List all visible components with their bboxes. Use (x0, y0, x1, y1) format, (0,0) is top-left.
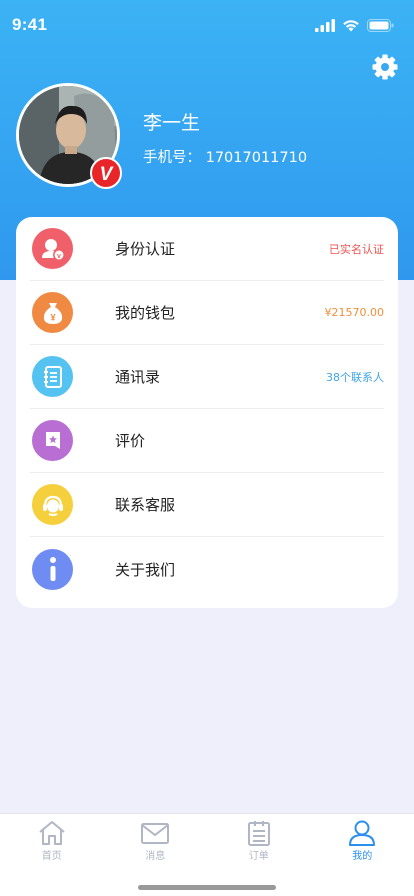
tab-orders-label: 订单 (248, 851, 269, 862)
mail-icon (141, 823, 170, 844)
contacts-count: 38个联系人 (326, 370, 384, 384)
user-icon (349, 820, 376, 846)
signal-icon (315, 18, 335, 32)
tab-messages-label: 消息 (145, 851, 166, 862)
status-time: 9:41 (12, 15, 48, 34)
battery-icon (367, 18, 394, 32)
menu-label-rating: 评价 (115, 432, 146, 450)
vip-badge: V (90, 157, 122, 189)
wallet-icon: ¥ (32, 292, 73, 333)
gear-icon (372, 54, 398, 80)
info-icon (32, 548, 73, 590)
tab-home-label: 首页 (41, 851, 62, 862)
tab-profile[interactable]: 我的 (311, 814, 414, 896)
menu-item-about[interactable]: 关于我们 (30, 537, 384, 601)
menu-item-contacts[interactable]: 通讯录 38个联系人 (30, 345, 384, 409)
menu-label-contacts: 通讯录 (115, 368, 161, 386)
menu-label-about: 关于我们 (115, 560, 176, 579)
wallet-balance: ¥21570.00 (324, 306, 385, 319)
order-icon (247, 821, 270, 846)
id-verify-icon: v (32, 228, 73, 269)
menu-label-identity: 身份认证 (115, 240, 176, 258)
tab-orders[interactable]: 订单 (207, 814, 311, 896)
tab-messages[interactable]: 消息 (104, 814, 208, 896)
profile-name: 李一生 (143, 112, 201, 134)
svg-text:v: v (57, 253, 61, 260)
wifi-icon (343, 19, 359, 31)
tab-home[interactable]: 首页 (0, 814, 104, 896)
menu-item-wallet[interactable]: ¥ 我的钱包 ¥21570.00 (30, 281, 384, 345)
contacts-icon (32, 356, 73, 397)
menu-item-rating[interactable]: 评价 (30, 409, 384, 473)
menu-card: v 身份认证 已实名认证 ¥ 我的钱包 ¥21570.00 通讯录 38个联系人… (16, 217, 398, 608)
tab-profile-label: 我的 (352, 851, 373, 862)
identity-status: 已实名认证 (329, 242, 384, 256)
menu-item-service[interactable]: 联系客服 (30, 473, 384, 537)
menu-label-wallet: 我的钱包 (115, 304, 176, 322)
tab-bar: 首页 消息 订单 我的 (0, 813, 414, 896)
menu-label-service: 联系客服 (115, 496, 176, 514)
profile-phone: 手机号： 17017011710 (143, 146, 307, 167)
rating-icon (32, 420, 73, 461)
svg-text:¥: ¥ (50, 312, 55, 322)
svg-text:V: V (100, 164, 114, 185)
home-icon (39, 821, 65, 845)
status-bar: 9:41 (0, 0, 414, 50)
menu-item-identity[interactable]: v 身份认证 已实名认证 (30, 217, 384, 281)
avatar-wrapper[interactable]: V (16, 83, 122, 189)
phone-label: 手机号： (143, 150, 201, 166)
status-icons (315, 18, 394, 32)
home-indicator[interactable] (138, 885, 276, 890)
customer-service-icon (32, 484, 73, 525)
settings-button[interactable] (370, 52, 400, 82)
phone-number: 17017011710 (205, 150, 308, 166)
